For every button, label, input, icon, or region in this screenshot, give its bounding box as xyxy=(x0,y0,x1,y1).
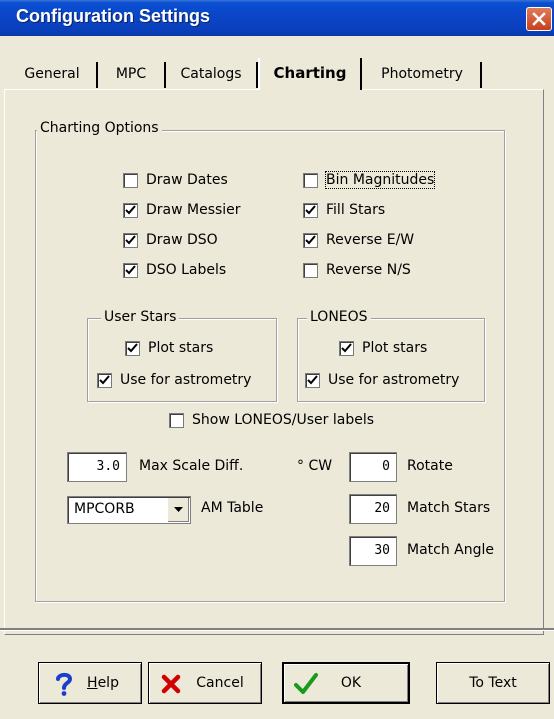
checkbox-box xyxy=(303,172,318,188)
checkbox-box xyxy=(303,232,318,248)
am-table-value: MPCORB xyxy=(74,501,135,517)
user-stars-astrometry-checkbox[interactable]: Use for astrometry xyxy=(97,370,251,390)
reverse-ew-checkbox[interactable]: Reverse E/W xyxy=(303,230,414,250)
cancel-button[interactable]: Cancel xyxy=(148,662,262,704)
help-button[interactable]: Help xyxy=(38,662,142,704)
check-icon xyxy=(305,204,316,214)
rotate-label: Rotate xyxy=(407,458,453,474)
checkbox-box xyxy=(125,340,140,356)
tab-catalogs[interactable]: Catalogs xyxy=(166,62,258,88)
match-angle-label: Match Angle xyxy=(407,542,495,558)
chevron-down-icon xyxy=(174,507,183,512)
am-table-dropdown-button[interactable] xyxy=(167,498,189,522)
checkmark-icon xyxy=(294,673,318,694)
max-scale-diff-label: Max Scale Diff. xyxy=(139,458,244,474)
checkbox-box xyxy=(303,262,318,278)
match-stars-label: Match Stars xyxy=(407,500,491,516)
loneos-plot-checkbox[interactable]: Plot stars xyxy=(339,338,427,358)
am-table-label: AM Table xyxy=(201,500,264,516)
loneos-label: LONEOS xyxy=(307,309,371,325)
check-icon xyxy=(127,342,138,352)
tab-panel-charting: Charting Options Draw Dates Draw Messier… xyxy=(4,89,544,635)
check-icon xyxy=(125,234,136,244)
tab-general[interactable]: General xyxy=(8,62,98,88)
checkbox-box xyxy=(303,202,318,218)
check-icon xyxy=(125,264,136,274)
check-icon xyxy=(307,374,318,384)
rotate-unit-label: ° CW xyxy=(297,458,333,474)
draw-dates-checkbox[interactable]: Draw Dates xyxy=(123,170,228,190)
checkbox-box xyxy=(123,262,138,278)
tab-photometry[interactable]: Photometry xyxy=(364,62,482,88)
window-title: Configuration Settings xyxy=(16,6,210,26)
title-bar: Configuration Settings xyxy=(0,0,554,36)
charting-options-label: Charting Options xyxy=(37,120,162,136)
user-stars-plot-checkbox[interactable]: Plot stars xyxy=(125,338,213,358)
user-stars-label: User Stars xyxy=(101,309,180,325)
check-icon xyxy=(305,234,316,244)
match-stars-input[interactable]: 20 xyxy=(349,494,397,524)
to-text-button[interactable]: To Text xyxy=(436,662,550,704)
checkbox-box xyxy=(339,340,354,356)
bin-magnitudes-checkbox[interactable]: Bin Magnitudes xyxy=(303,170,436,190)
max-scale-diff-input[interactable]: 3.0 xyxy=(67,452,127,482)
rotate-input[interactable]: 0 xyxy=(349,452,397,482)
check-icon xyxy=(99,374,110,384)
tab-charting[interactable]: Charting xyxy=(258,58,362,90)
tab-mpc[interactable]: MPC xyxy=(98,62,166,88)
draw-dso-checkbox[interactable]: Draw DSO xyxy=(123,230,218,250)
close-icon xyxy=(532,12,546,26)
loneos-astrometry-checkbox[interactable]: Use for astrometry xyxy=(305,370,459,390)
bottom-separator xyxy=(0,628,554,631)
check-icon xyxy=(125,204,136,214)
checkbox-box xyxy=(169,412,184,428)
fill-stars-checkbox[interactable]: Fill Stars xyxy=(303,200,385,220)
show-labels-checkbox[interactable]: Show LONEOS/User labels xyxy=(169,410,374,430)
help-icon xyxy=(56,672,73,696)
dso-labels-checkbox[interactable]: DSO Labels xyxy=(123,260,226,280)
checkbox-box xyxy=(97,372,112,388)
am-table-select[interactable]: MPCORB xyxy=(67,496,191,524)
close-button[interactable] xyxy=(526,7,552,31)
checkbox-box xyxy=(123,172,138,188)
cancel-x-icon xyxy=(161,674,181,694)
draw-messier-checkbox[interactable]: Draw Messier xyxy=(123,200,241,220)
reverse-ns-checkbox[interactable]: Reverse N/S xyxy=(303,260,411,280)
check-icon xyxy=(341,342,352,352)
match-angle-input[interactable]: 30 xyxy=(349,536,397,566)
ok-button[interactable]: OK xyxy=(282,662,410,704)
checkbox-box xyxy=(123,232,138,248)
checkbox-box xyxy=(123,202,138,218)
checkbox-box xyxy=(305,372,320,388)
